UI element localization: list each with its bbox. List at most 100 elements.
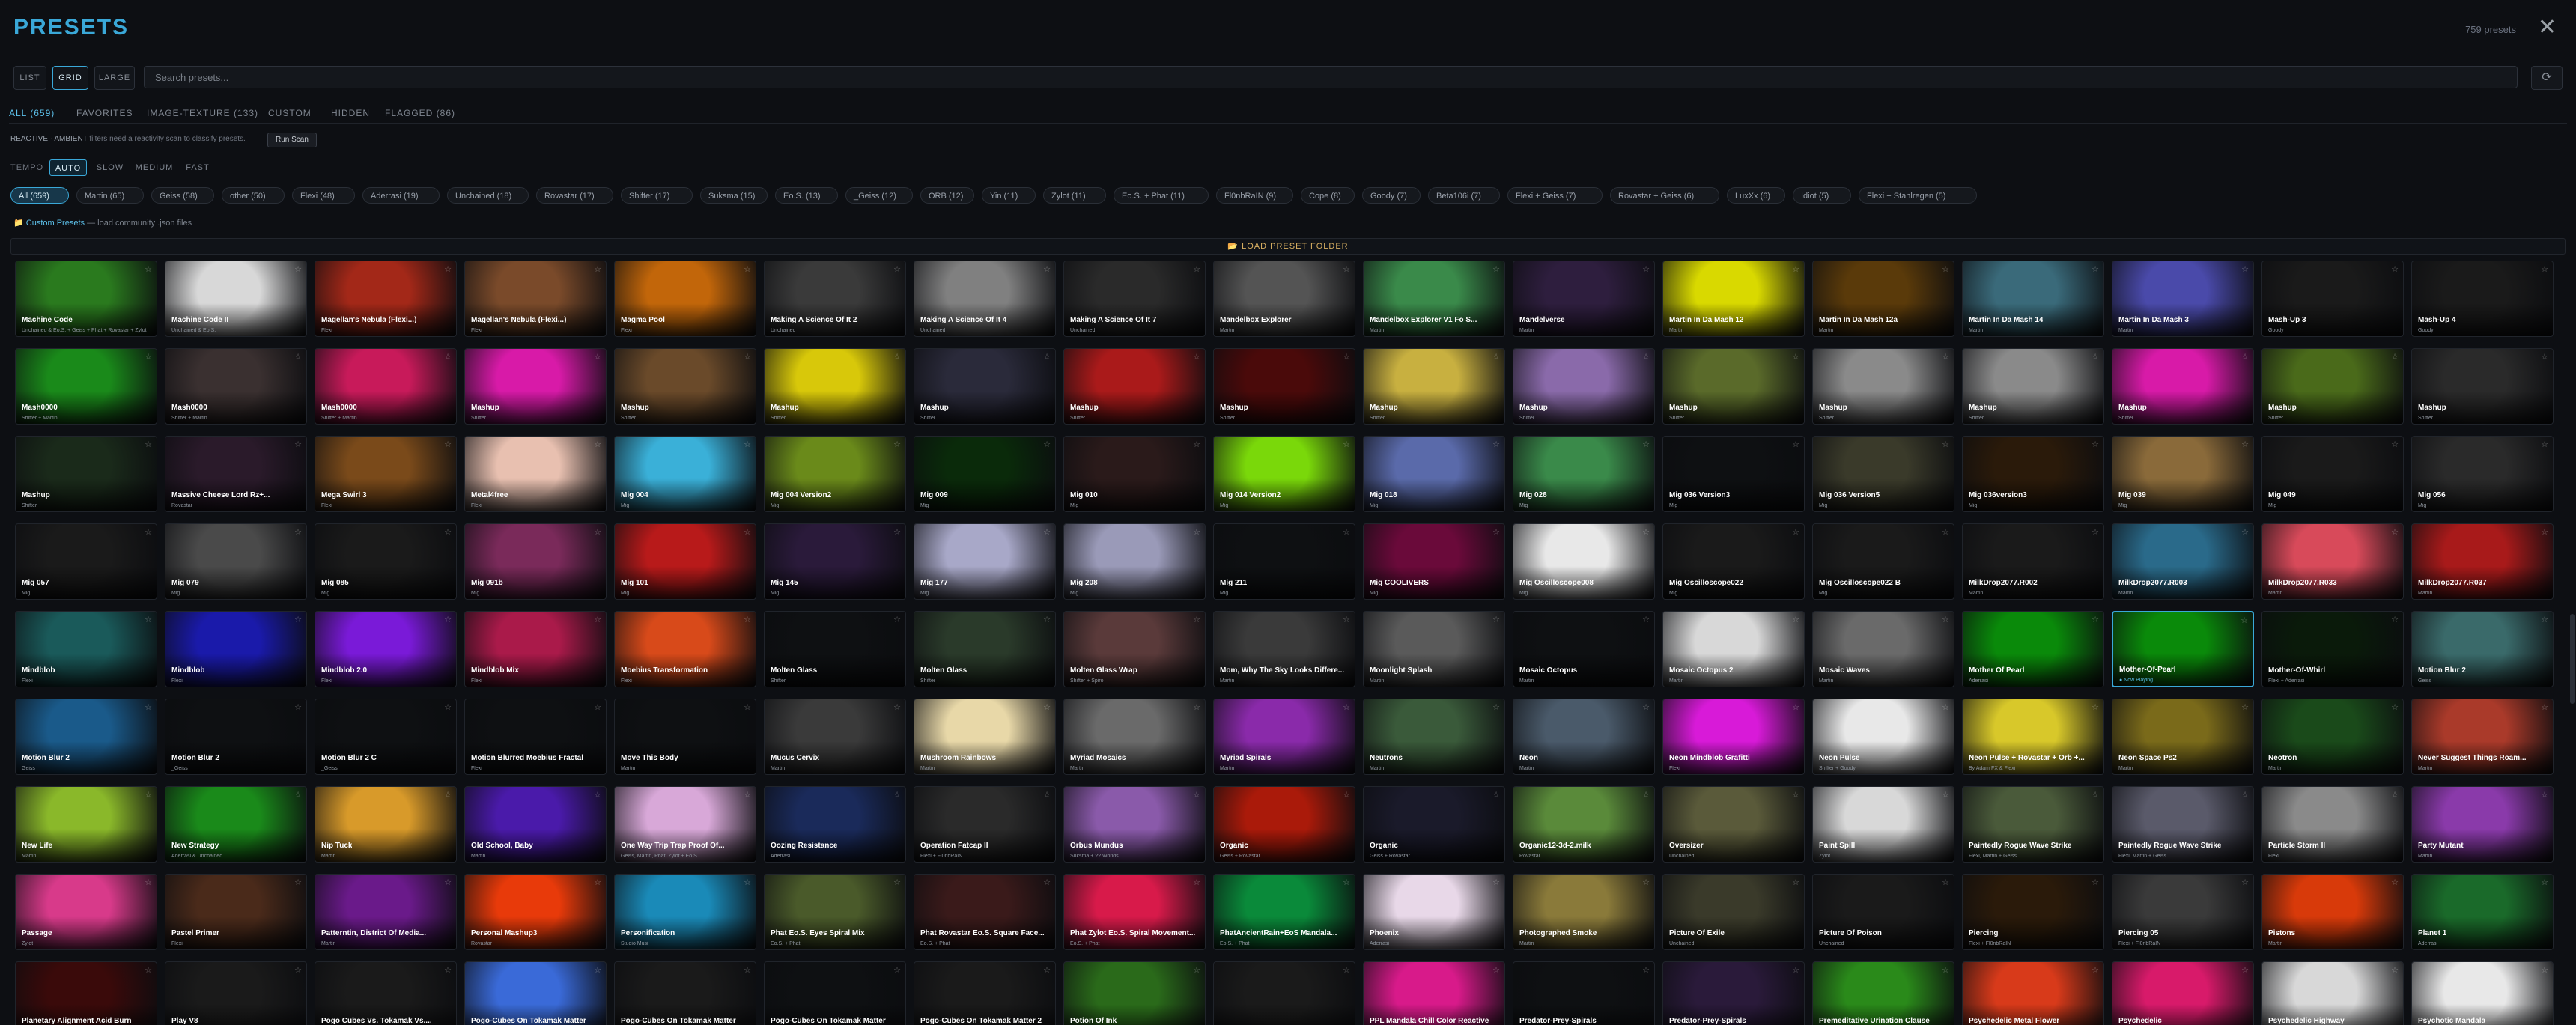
favorite-icon[interactable]: ☆ (1043, 439, 1051, 449)
tempo-slow[interactable]: SLOW (93, 159, 127, 176)
preset-tile[interactable]: ☆Pogo-Cubes On Tokamak Matter 2Flexi (914, 961, 1056, 1025)
preset-tile[interactable]: ☆ Phat Eo.S. Eyes Spiral Mix Eo.S. + Phat (764, 874, 906, 950)
favorite-icon[interactable]: ☆ (1942, 615, 1949, 624)
favorite-icon[interactable]: ☆ (294, 615, 302, 624)
preset-tile[interactable]: ☆ Mig 085 Mig (315, 523, 457, 600)
preset-tile[interactable]: ☆ Magellan's Nebula (Flexi...) Flexi (464, 261, 607, 337)
favorite-icon[interactable]: ☆ (294, 878, 302, 887)
favorite-icon[interactable]: ☆ (594, 702, 601, 712)
favorite-icon[interactable]: ☆ (444, 352, 452, 362)
preset-tile[interactable]: ☆ Mash-Up 3 Goody (2261, 261, 2404, 337)
preset-tile[interactable]: ☆Psychotic MandalaMartin (2411, 961, 2554, 1025)
favorite-icon[interactable]: ☆ (2241, 264, 2249, 274)
favorite-icon[interactable]: ☆ (2541, 615, 2548, 624)
author-chip[interactable]: Cope (8) (1301, 187, 1355, 204)
favorite-icon[interactable]: ☆ (744, 790, 751, 800)
favorite-icon[interactable]: ☆ (2391, 615, 2399, 624)
preset-tile[interactable]: ☆ Paintedly Rogue Wave Strike Flexi, Marti… (1962, 786, 2104, 863)
preset-tile[interactable]: ☆ Motion Blur 2 Geiss (2411, 611, 2554, 687)
author-chip[interactable]: Goody (7) (1362, 187, 1421, 204)
author-chip[interactable]: ORB (12) (920, 187, 974, 204)
favorite-icon[interactable]: ☆ (2541, 878, 2548, 887)
preset-tile[interactable]: ☆ Organic12-3d-2.milk Rovastar (1513, 786, 1655, 863)
preset-tile[interactable]: ☆ Mashup Shifter (2411, 348, 2554, 425)
tab-favorites[interactable]: FAVORITES (76, 108, 133, 118)
author-chip[interactable]: Rovastar + Geiss (6) (1610, 187, 1719, 204)
favorite-icon[interactable]: ☆ (744, 439, 751, 449)
preset-tile[interactable]: ☆ Mosaic Octopus Martin (1513, 611, 1655, 687)
preset-tile[interactable]: ☆ Massive Cheese Lord Rz+... Rovastar (165, 436, 307, 512)
preset-tile[interactable]: ☆ Mig Oscilloscope008 Mig (1513, 523, 1655, 600)
favorite-icon[interactable]: ☆ (2241, 439, 2249, 449)
favorite-icon[interactable]: ☆ (2241, 352, 2249, 362)
preset-tile[interactable]: ☆ Molten Glass Shifter (764, 611, 906, 687)
preset-tile[interactable]: ☆ Mash-Up 4 Goody (2411, 261, 2554, 337)
favorite-icon[interactable]: ☆ (145, 965, 152, 975)
preset-tile[interactable]: ☆ Paintedly Rogue Wave Strike Flexi, Marti… (2112, 786, 2254, 863)
favorite-icon[interactable]: ☆ (145, 352, 152, 362)
favorite-icon[interactable]: ☆ (1343, 965, 1350, 975)
favorite-icon[interactable]: ☆ (1792, 790, 1799, 800)
preset-tile[interactable]: ☆ Mash0000 Shifter + Martin (315, 348, 457, 425)
favorite-icon[interactable]: ☆ (1792, 439, 1799, 449)
favorite-icon[interactable]: ☆ (2541, 965, 2548, 975)
preset-tile[interactable]: ☆ Mig 004 Version2 Mig (764, 436, 906, 512)
preset-tile[interactable]: ☆ Neon Mindblob Grafitti Flexi (1662, 699, 1805, 775)
preset-tile[interactable]: ☆Pogo Cubes Vs. Tokamak Vs....Flexi (315, 961, 457, 1025)
author-chip[interactable]: Shifter (17) (621, 187, 693, 204)
preset-tile[interactable]: ☆ Paint Spill Zylot (1812, 786, 1954, 863)
favorite-icon[interactable]: ☆ (1043, 702, 1051, 712)
favorite-icon[interactable]: ☆ (2391, 702, 2399, 712)
favorite-icon[interactable]: ☆ (1942, 264, 1949, 274)
preset-tile[interactable]: ☆ Mushroom Rainbows Martin (914, 699, 1056, 775)
preset-tile[interactable]: ☆ Party Mutant Martin (2411, 786, 2554, 863)
favorite-icon[interactable]: ☆ (2092, 264, 2099, 274)
favorite-icon[interactable]: ☆ (2241, 878, 2249, 887)
preset-tile[interactable]: ☆ Motion Blurred Moebius Fractal Flexi (464, 699, 607, 775)
tempo-auto[interactable]: AUTO (49, 159, 87, 176)
favorite-icon[interactable]: ☆ (1642, 439, 1650, 449)
favorite-icon[interactable]: ☆ (1942, 965, 1949, 975)
preset-tile[interactable]: ☆ Planet 1 Aderrasi (2411, 874, 2554, 950)
favorite-icon[interactable]: ☆ (2092, 439, 2099, 449)
favorite-icon[interactable]: ☆ (145, 878, 152, 887)
favorite-icon[interactable]: ☆ (1043, 527, 1051, 537)
preset-tile[interactable]: ☆ Motion Blur 2 _Geiss (165, 699, 307, 775)
favorite-icon[interactable]: ☆ (444, 790, 452, 800)
tempo-fast[interactable]: FAST (181, 159, 214, 176)
preset-tile[interactable]: ☆ Mig 039 Mig (2112, 436, 2254, 512)
author-chip[interactable]: Flexi + Geiss (7) (1507, 187, 1603, 204)
author-chip[interactable]: Eo.S. + Phat (11) (1114, 187, 1209, 204)
favorite-icon[interactable]: ☆ (294, 790, 302, 800)
preset-tile[interactable]: ☆ Mother Of Pearl Aderrasi (1962, 611, 2104, 687)
preset-tile[interactable]: ☆ Mig 145 Mig (764, 523, 906, 600)
scrollbar[interactable] (2570, 614, 2575, 704)
favorite-icon[interactable]: ☆ (444, 264, 452, 274)
preset-tile[interactable]: ☆Predator-Prey-SpiralsGeiss (1513, 961, 1655, 1025)
favorite-icon[interactable]: ☆ (2391, 439, 2399, 449)
preset-tile[interactable]: ☆ Mig Oscilloscope022 Mig (1662, 523, 1805, 600)
preset-tile[interactable]: ☆ MilkDrop2077.R037 Martin (2411, 523, 2554, 600)
preset-tile[interactable]: ☆ Photographed Smoke Martin (1513, 874, 1655, 950)
favorite-icon[interactable]: ☆ (2092, 527, 2099, 537)
favorite-icon[interactable]: ☆ (1942, 439, 1949, 449)
author-chip[interactable]: Flexi + Stahlregen (5) (1859, 187, 1977, 204)
favorite-icon[interactable]: ☆ (1942, 352, 1949, 362)
preset-tile[interactable]: ☆ Mom, Why The Sky Looks Differe... Martin (1213, 611, 1355, 687)
preset-tile[interactable]: ☆ Mashup Shifter (914, 348, 1056, 425)
favorite-icon[interactable]: ☆ (2391, 352, 2399, 362)
favorite-icon[interactable]: ☆ (893, 965, 901, 975)
author-chip[interactable]: Unchained (18) (447, 187, 529, 204)
preset-tile[interactable]: ☆ Mig 101 Mig (614, 523, 756, 600)
favorite-icon[interactable]: ☆ (2241, 790, 2249, 800)
preset-tile[interactable]: ☆ Mashup Shifter (1662, 348, 1805, 425)
favorite-icon[interactable]: ☆ (1792, 965, 1799, 975)
favorite-icon[interactable]: ☆ (744, 264, 751, 274)
close-icon[interactable]: ✕ (2538, 16, 2557, 39)
preset-tile[interactable]: ☆ Mig 211 Mig (1213, 523, 1355, 600)
preset-tile[interactable]: ☆ Particle Storm II Flexi (2261, 786, 2404, 863)
preset-tile[interactable]: ☆ Molten Glass Wrap Shifter + Spiro (1063, 611, 1206, 687)
preset-tile[interactable]: ☆ Operation Fatcap II Flexi + Fl0nbRaIN (914, 786, 1056, 863)
preset-tile[interactable]: ☆ Mashup Shifter (1812, 348, 1954, 425)
favorite-icon[interactable]: ☆ (1043, 615, 1051, 624)
